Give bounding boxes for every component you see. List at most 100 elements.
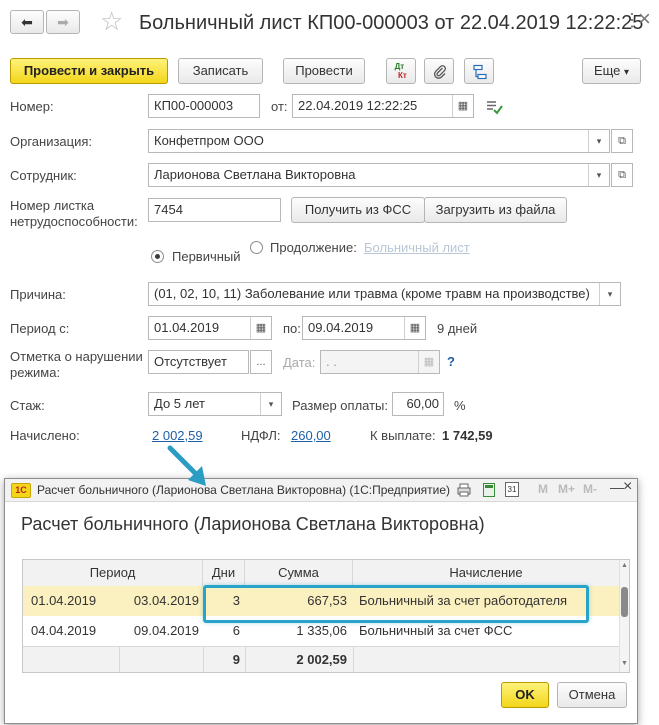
sheet-number-field[interactable]: 7454 — [148, 198, 281, 222]
organization-open-button[interactable]: ⧉ — [611, 129, 633, 153]
save-button[interactable]: Записать — [178, 58, 263, 84]
dialog-close-button[interactable]: × — [623, 478, 632, 496]
calendar-button[interactable]: ▦ — [250, 317, 271, 339]
sick-sheet-link[interactable]: Больничный лист — [364, 240, 470, 255]
violation-label: Отметка о нарушении режима: — [10, 349, 143, 380]
organization-field[interactable]: Конфетпром ООО ▾ — [148, 129, 610, 153]
open-icon: ⧉ — [618, 135, 626, 147]
row-from-date: 04.04.2019 — [31, 623, 97, 638]
ndfl-link[interactable]: 260,00 — [291, 428, 331, 443]
days-count: 9 дней — [437, 321, 478, 336]
pay-size-field[interactable]: 60,00 — [392, 392, 444, 416]
memory-minus-button[interactable]: M- — [583, 482, 597, 496]
table-totals-row: 9 2 002,59 — [23, 646, 619, 672]
close-icon[interactable]: × — [638, 6, 651, 32]
totals-spacer — [353, 647, 354, 672]
employee-value: Ларионова Светлана Викторовна — [154, 167, 356, 182]
total-sum: 2 002,59 — [296, 652, 347, 667]
paperclip-icon — [433, 65, 446, 79]
hierarchy-icon — [473, 64, 487, 80]
employee-label: Сотрудник: — [10, 168, 77, 183]
column-header-days[interactable]: Дни — [203, 560, 245, 586]
cancel-button[interactable]: Отмена — [557, 682, 627, 708]
employee-open-button[interactable]: ⧉ — [611, 163, 633, 187]
total-days: 9 — [232, 652, 240, 667]
structure-button[interactable] — [464, 58, 494, 84]
reason-label: Причина: — [10, 287, 66, 302]
reason-dropdown-button[interactable]: ▾ — [599, 283, 620, 305]
row-to-date: 03.04.2019 — [133, 593, 199, 608]
annotation-arrow-icon — [167, 445, 206, 486]
ok-button[interactable]: OK — [501, 682, 549, 708]
stazh-field[interactable]: До 5 лет ▾ — [148, 392, 282, 416]
table-scrollbar[interactable]: ▲ ▼ — [619, 560, 629, 672]
scroll-up-arrow-icon[interactable]: ▲ — [621, 562, 628, 569]
calendar-icon[interactable]: 31 — [505, 482, 519, 497]
dtkt-report-button[interactable]: Дт Кт — [386, 58, 416, 84]
print-icon[interactable] — [457, 483, 471, 497]
pay-size-label: Размер оплаты: — [292, 398, 389, 413]
column-header-period[interactable]: Период — [23, 560, 203, 586]
violation-date-label: Дата: — [283, 355, 316, 370]
row-from-date: 01.04.2019 — [31, 593, 97, 608]
highlight-frame — [203, 585, 589, 623]
help-icon[interactable]: ? — [447, 354, 455, 369]
period-from-field[interactable]: 01.04.2019 ▦ — [148, 316, 272, 340]
calculator-icon[interactable] — [483, 483, 495, 497]
number-field[interactable]: КП00-000003 — [148, 94, 260, 118]
dtkt-icon: Дт Кт — [394, 62, 407, 80]
date-field[interactable]: 22.04.2019 12:22:25 ▦ — [292, 94, 474, 118]
post-button[interactable]: Провести — [283, 58, 365, 84]
calendar-button[interactable]: ▦ — [404, 317, 425, 339]
back-button[interactable]: ⬅ — [10, 10, 44, 34]
percent-sign: % — [454, 398, 466, 413]
more-actions-button[interactable]: Еще ▾ — [582, 58, 641, 84]
calendar-button: ▦ — [418, 351, 439, 373]
from-label: от: — [271, 99, 288, 114]
memory-m-button[interactable]: M — [538, 482, 548, 496]
violation-select-button[interactable]: ... — [250, 350, 272, 374]
period-from-value: 01.04.2019 — [154, 320, 220, 335]
attach-files-button[interactable] — [424, 58, 454, 84]
stazh-value: До 5 лет — [154, 396, 205, 411]
employee-dropdown-button[interactable]: ▾ — [588, 164, 609, 186]
violation-date-field: . . ▦ — [320, 350, 440, 374]
continuation-radio[interactable] — [250, 241, 263, 254]
calendar-button[interactable]: ▦ — [452, 95, 473, 117]
1c-logo-icon: 1С — [11, 483, 31, 498]
open-icon: ⧉ — [618, 169, 626, 181]
minimize-button[interactable]: — — [610, 479, 624, 495]
organization-dropdown-button[interactable]: ▾ — [588, 130, 609, 152]
period-to-value: 09.04.2019 — [308, 320, 374, 335]
number-label: Номер: — [10, 99, 54, 114]
violation-field[interactable]: Отсутствует — [148, 350, 249, 374]
accrued-link[interactable]: 2 002,59 — [152, 428, 203, 443]
continuation-radio-label[interactable]: Продолжение: — [270, 240, 357, 255]
employee-field[interactable]: Ларионова Светлана Викторовна ▾ — [148, 163, 610, 187]
row-to-date: 09.04.2019 — [133, 623, 199, 638]
more-actions-label: Еще — [593, 63, 621, 78]
sheet-number-label: Номер листка нетрудоспособности: — [10, 198, 138, 229]
load-from-file-button[interactable]: Загрузить из файла — [424, 197, 567, 223]
get-from-fss-button[interactable]: Получить из ФСС — [291, 197, 425, 223]
table-header: Период Дни Сумма Начисление — [23, 560, 619, 587]
scroll-thumb[interactable] — [621, 587, 628, 617]
post-and-close-button[interactable]: Провести и закрыть — [10, 58, 168, 84]
column-header-sum[interactable]: Сумма — [245, 560, 353, 586]
page-title: Больничный лист КП00-000003 от 22.04.201… — [139, 12, 644, 34]
primary-radio-label[interactable]: Первичный — [172, 249, 241, 264]
to-pay-value: 1 742,59 — [442, 428, 493, 443]
forward-button[interactable]: ➡ — [46, 10, 80, 34]
accrued-label: Начислено: — [10, 428, 80, 443]
period-from-label: Период с: — [10, 321, 70, 336]
document-status-icon[interactable] — [486, 99, 504, 115]
dialog-heading: Расчет больничного (Ларионова Светлана В… — [21, 514, 485, 534]
reason-field[interactable]: (01, 02, 10, 11) Заболевание или травма … — [148, 282, 621, 306]
primary-radio[interactable] — [151, 250, 164, 263]
favorite-star-icon[interactable]: ☆ — [100, 6, 123, 37]
memory-plus-button[interactable]: M+ — [558, 482, 575, 496]
stazh-dropdown-button[interactable]: ▾ — [260, 393, 281, 415]
period-to-field[interactable]: 09.04.2019 ▦ — [302, 316, 426, 340]
column-header-accrual[interactable]: Начисление — [353, 560, 619, 586]
scroll-down-arrow-icon[interactable]: ▼ — [621, 660, 628, 667]
